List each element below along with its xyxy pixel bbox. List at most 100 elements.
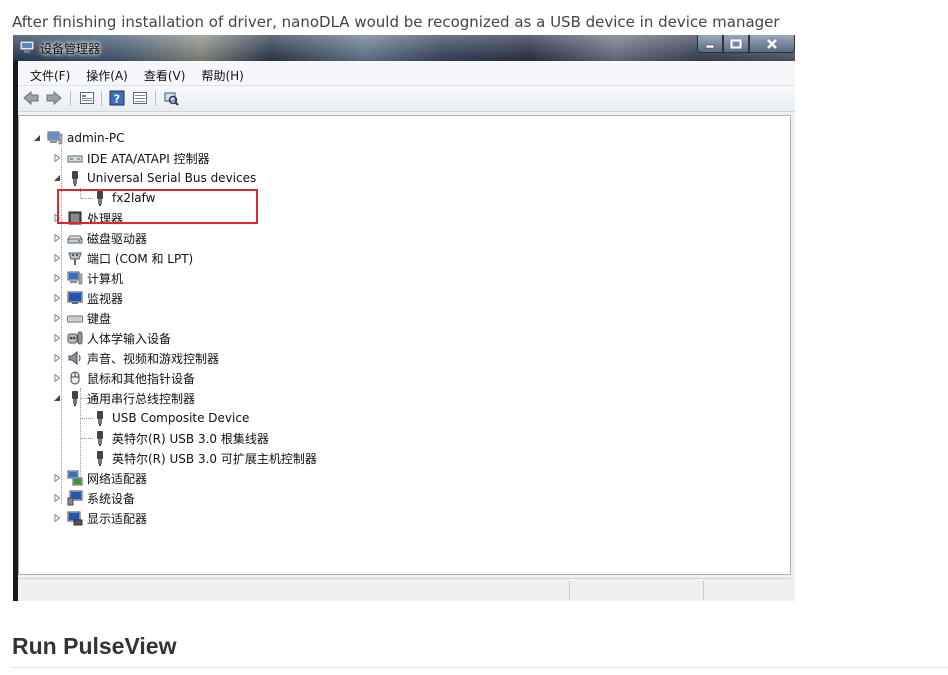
tree-category-8[interactable]: 人体学输入设备 bbox=[53, 329, 171, 347]
expand-arrow-icon[interactable] bbox=[53, 234, 61, 242]
tree-category-11[interactable]: 通用串行总线控制器 bbox=[53, 389, 195, 407]
computer-icon bbox=[47, 130, 63, 146]
tree-device-label: USB Composite Device bbox=[112, 411, 250, 425]
expand-arrow-icon[interactable] bbox=[53, 474, 61, 482]
tree-device-item[interactable]: USB Composite Device bbox=[92, 409, 249, 427]
tree-category-13[interactable]: 系统设备 bbox=[53, 489, 135, 507]
forward-button[interactable] bbox=[46, 90, 62, 106]
scan-hardware-button[interactable] bbox=[163, 90, 179, 106]
mouse-icon bbox=[67, 370, 83, 386]
back-button[interactable] bbox=[23, 90, 39, 106]
tree-category-6[interactable]: 监视器 bbox=[53, 289, 123, 307]
expand-arrow-icon[interactable] bbox=[53, 314, 61, 322]
menu-view[interactable]: 查看(V) bbox=[136, 61, 194, 85]
tree-category-label: Universal Serial Bus devices bbox=[87, 171, 257, 185]
tree-category-1[interactable]: Universal Serial Bus devices bbox=[53, 169, 256, 187]
menu-file[interactable]: 文件(F) bbox=[18, 61, 78, 85]
display-adapter-icon bbox=[67, 510, 83, 526]
tree-category-label: 监视器 bbox=[87, 291, 124, 306]
tree-category-label: IDE ATA/ATAPI 控制器 bbox=[87, 151, 210, 166]
tree-category-14[interactable]: 显示适配器 bbox=[53, 509, 147, 527]
hid-icon bbox=[67, 330, 83, 346]
root-label: admin-PC bbox=[67, 131, 125, 145]
tree-category-label: 声音、视频和游戏控制器 bbox=[87, 351, 220, 366]
device-manager-window: 设备管理器 文件(F) 操作(A) 查看(V) 帮助(H) ? admin-PC… bbox=[13, 35, 795, 601]
keyboard-icon bbox=[67, 310, 83, 326]
device-tree[interactable]: admin-PC IDE ATA/ATAPI 控制器 Universal Seri… bbox=[18, 115, 791, 575]
expand-arrow-icon[interactable] bbox=[53, 334, 61, 342]
expand-arrow-icon[interactable] bbox=[53, 354, 61, 362]
properties-icon bbox=[80, 92, 94, 104]
speaker-icon bbox=[67, 350, 83, 366]
tree-category-10[interactable]: 鼠标和其他指针设备 bbox=[53, 369, 195, 387]
tree-category-label: 鼠标和其他指针设备 bbox=[87, 371, 196, 386]
tree-category-5[interactable]: 计算机 bbox=[53, 269, 123, 287]
expand-arrow-icon[interactable] bbox=[53, 294, 61, 302]
disk-drive-icon bbox=[67, 230, 83, 246]
device-manager-app-icon bbox=[20, 41, 34, 53]
help-button[interactable]: ? bbox=[109, 90, 125, 106]
minimize-button[interactable] bbox=[697, 35, 723, 53]
usb-plug-icon bbox=[92, 430, 108, 446]
expand-arrow-icon[interactable] bbox=[53, 374, 61, 382]
close-button[interactable] bbox=[749, 35, 795, 53]
svg-text:?: ? bbox=[114, 93, 120, 106]
tree-category-7[interactable]: 键盘 bbox=[53, 309, 111, 327]
status-bar bbox=[18, 578, 791, 601]
menu-help[interactable]: 帮助(H) bbox=[193, 61, 251, 85]
tree-category-label: 端口 (COM 和 LPT) bbox=[87, 251, 194, 266]
usb-plug-icon bbox=[67, 390, 83, 406]
disk-controller-icon bbox=[67, 150, 83, 166]
close-icon bbox=[767, 38, 777, 49]
expand-arrow-icon[interactable] bbox=[53, 514, 61, 522]
forward-icon bbox=[46, 90, 62, 106]
port-icon bbox=[67, 250, 83, 266]
collapse-arrow-icon[interactable] bbox=[33, 134, 41, 142]
window-body: 文件(F) 操作(A) 查看(V) 帮助(H) ? admin-PC IDE A… bbox=[18, 61, 795, 601]
tree-device-label: 英特尔(R) USB 3.0 根集线器 bbox=[112, 431, 269, 446]
tree-category-12[interactable]: 网络适配器 bbox=[53, 469, 147, 487]
back-icon bbox=[23, 90, 39, 106]
tree-category-label: 人体学输入设备 bbox=[87, 331, 172, 346]
expand-arrow-icon[interactable] bbox=[53, 254, 61, 262]
usb-plug-icon bbox=[92, 450, 108, 466]
tree-device-item[interactable]: 英特尔(R) USB 3.0 根集线器 bbox=[92, 429, 269, 447]
collapse-arrow-icon[interactable] bbox=[53, 174, 61, 182]
tree-device-item[interactable]: 英特尔(R) USB 3.0 可扩展主机控制器 bbox=[92, 449, 317, 467]
tree-device-label: 英特尔(R) USB 3.0 可扩展主机控制器 bbox=[112, 451, 317, 466]
title-bar[interactable]: 设备管理器 bbox=[13, 35, 795, 61]
collapse-arrow-icon[interactable] bbox=[53, 394, 61, 402]
expand-arrow-icon[interactable] bbox=[53, 274, 61, 282]
view-icon bbox=[133, 92, 147, 104]
tree-category-label: 通用串行总线控制器 bbox=[87, 391, 196, 406]
maximize-icon bbox=[730, 39, 742, 48]
tree-category-label: 计算机 bbox=[87, 271, 124, 286]
section-heading: Run PulseView bbox=[12, 633, 177, 659]
monitor-icon bbox=[67, 290, 83, 306]
tree-category-label: 网络适配器 bbox=[87, 471, 148, 486]
computer-icon bbox=[67, 270, 83, 286]
heading-divider bbox=[12, 667, 948, 668]
network-icon bbox=[67, 470, 83, 486]
system-device-icon bbox=[67, 490, 83, 506]
usb-devices-highlight bbox=[57, 189, 258, 224]
menu-bar: 文件(F) 操作(A) 查看(V) 帮助(H) bbox=[18, 61, 795, 86]
tree-root-node[interactable]: admin-PC bbox=[33, 129, 125, 147]
expand-arrow-icon[interactable] bbox=[53, 154, 61, 162]
properties-button[interactable] bbox=[79, 90, 95, 106]
expand-arrow-icon[interactable] bbox=[53, 494, 61, 502]
usb-plug-icon bbox=[67, 170, 83, 186]
tree-category-0[interactable]: IDE ATA/ATAPI 控制器 bbox=[53, 149, 210, 167]
tree-category-4[interactable]: 端口 (COM 和 LPT) bbox=[53, 249, 193, 267]
scan-hardware-icon bbox=[164, 92, 179, 106]
minimize-icon bbox=[705, 44, 715, 48]
window-title: 设备管理器 bbox=[40, 42, 101, 56]
tree-category-9[interactable]: 声音、视频和游戏控制器 bbox=[53, 349, 219, 367]
usb-plug-icon bbox=[92, 410, 108, 426]
maximize-button[interactable] bbox=[723, 35, 749, 53]
tree-category-label: 键盘 bbox=[87, 311, 112, 326]
tree-category-3[interactable]: 磁盘驱动器 bbox=[53, 229, 147, 247]
view-button[interactable] bbox=[132, 90, 148, 106]
tree-category-label: 显示适配器 bbox=[87, 511, 148, 526]
menu-action[interactable]: 操作(A) bbox=[78, 61, 136, 85]
